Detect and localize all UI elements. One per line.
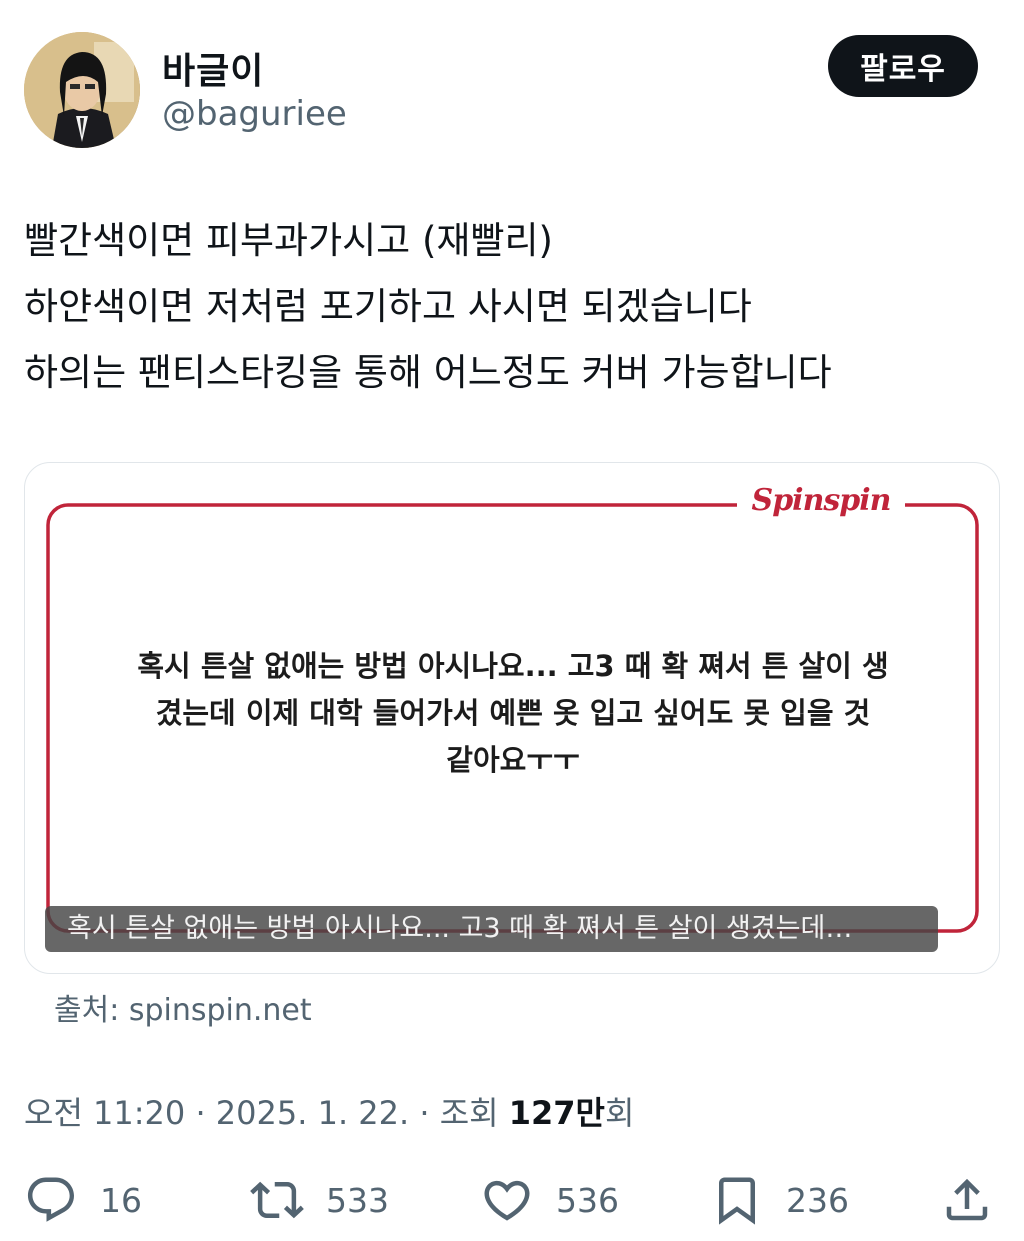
retweet-icon [250,1181,304,1219]
reply-button[interactable]: 16 [24,1168,142,1232]
card-question-line: 혹시 튼살 없애는 방법 아시나요... 고3 때 확 쪄서 튼 살이 생 [137,649,889,683]
tweet-header: 바글이 @baguriee 팔로우 [24,32,1000,148]
tweet-text-line: 하얀색이면 저처럼 포기하고 사시면 되겠습니다 [24,285,752,328]
bookmark-button[interactable]: 236 [710,1168,849,1232]
like-count: 536 [556,1180,619,1220]
like-button[interactable]: 536 [480,1168,619,1232]
meta-separator: · [185,1094,216,1132]
card-question-text: 혹시 튼살 없애는 방법 아시나요... 고3 때 확 쪄서 튼 살이 생 겼는… [85,643,941,784]
follow-button[interactable]: 팔로우 [828,35,978,97]
user-handle[interactable]: @baguriee [162,94,347,134]
media-card[interactable]: Spinspin 혹시 튼살 없애는 방법 아시나요... 고3 때 확 쪄서 … [24,462,1000,974]
views-label: 조회 [439,1094,509,1132]
retweet-button[interactable]: 533 [250,1168,389,1232]
display-name[interactable]: 바글이 [162,42,264,94]
views-suffix: 회 [605,1094,635,1132]
tweet-text-line: 하의는 팬티스타킹을 통해 어느정도 커버 가능합니다 [24,351,832,394]
heart-icon [484,1180,530,1221]
bookmark-icon [719,1177,755,1225]
tweet-text: 빨간색이면 피부과가시고 (재빨리) 하얀색이면 저처럼 포기하고 사시면 되겠… [24,208,1000,406]
action-bar: 16 533 536 236 [24,1168,1000,1232]
reply-count: 16 [100,1180,142,1220]
tweet-time[interactable]: 오전 11:20 [24,1094,185,1132]
tweet-date[interactable]: 2025. 1. 22. [216,1094,409,1132]
views-count[interactable]: 127만 [509,1094,605,1132]
reply-icon [27,1177,74,1222]
bookmark-count: 236 [786,1180,849,1220]
card-source[interactable]: 출처: spinspin.net [54,985,312,1029]
avatar-image [24,32,140,148]
share-button[interactable] [940,1168,994,1232]
spinspin-logo: Spinspin [737,483,905,518]
meta-separator: · [409,1094,440,1132]
share-icon [946,1178,988,1221]
retweet-count: 533 [326,1180,389,1220]
tweet-text-line: 빨간색이면 피부과가시고 (재빨리) [24,219,553,262]
tweet-meta: 오전 11:20 · 2025. 1. 22. · 조회 127만회 [24,1088,634,1134]
card-question-line: 겼는데 이제 대학 들어가서 예쁜 옷 입고 싶어도 못 입을 것 [155,696,871,730]
card-question-line: 같아요ㅜㅜ [446,743,580,777]
card-caption: 혹시 튼살 없애는 방법 아시나요... 고3 때 확 쪄서 튼 살이 생겼는데… [45,906,938,952]
avatar[interactable] [24,32,140,148]
